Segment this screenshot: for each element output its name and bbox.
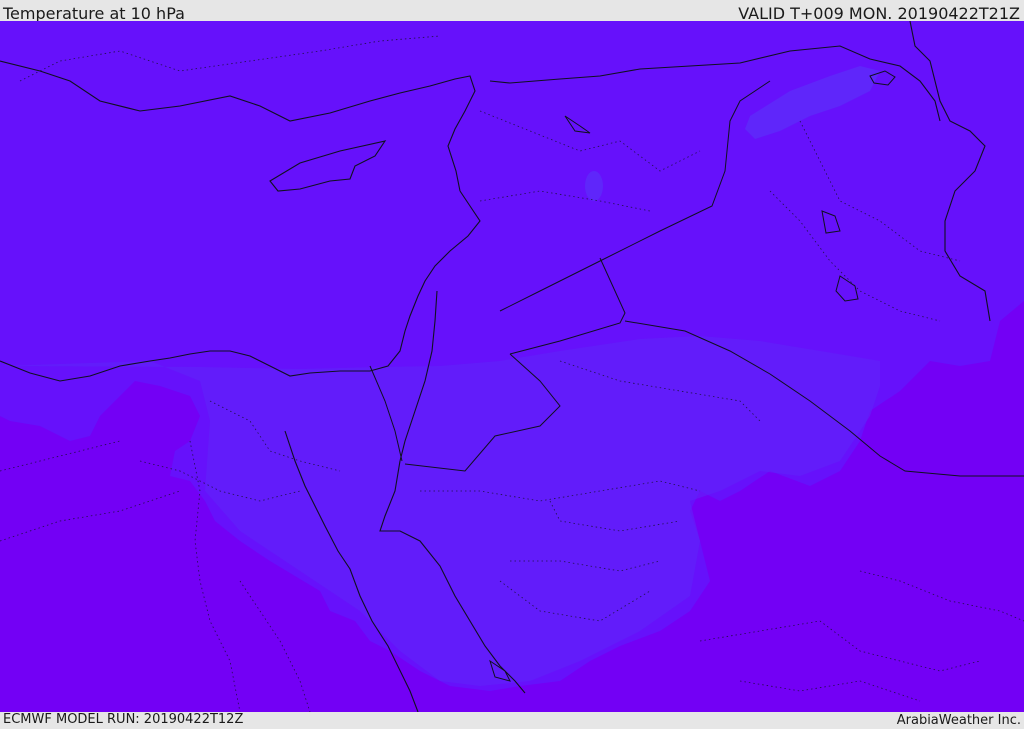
weather-map [0, 21, 1024, 712]
map-panel [0, 21, 1024, 712]
header-bar: Temperature at 10 hPa VALID T+009 MON. 2… [0, 0, 1024, 23]
footer-bar: ECMWF MODEL RUN: 20190422T12Z ArabiaWeat… [0, 712, 1024, 729]
credit-text: ArabiaWeather Inc. [896, 713, 1021, 728]
field-pale-spot [585, 171, 603, 201]
model-run: ECMWF MODEL RUN: 20190422T12Z [3, 712, 244, 727]
